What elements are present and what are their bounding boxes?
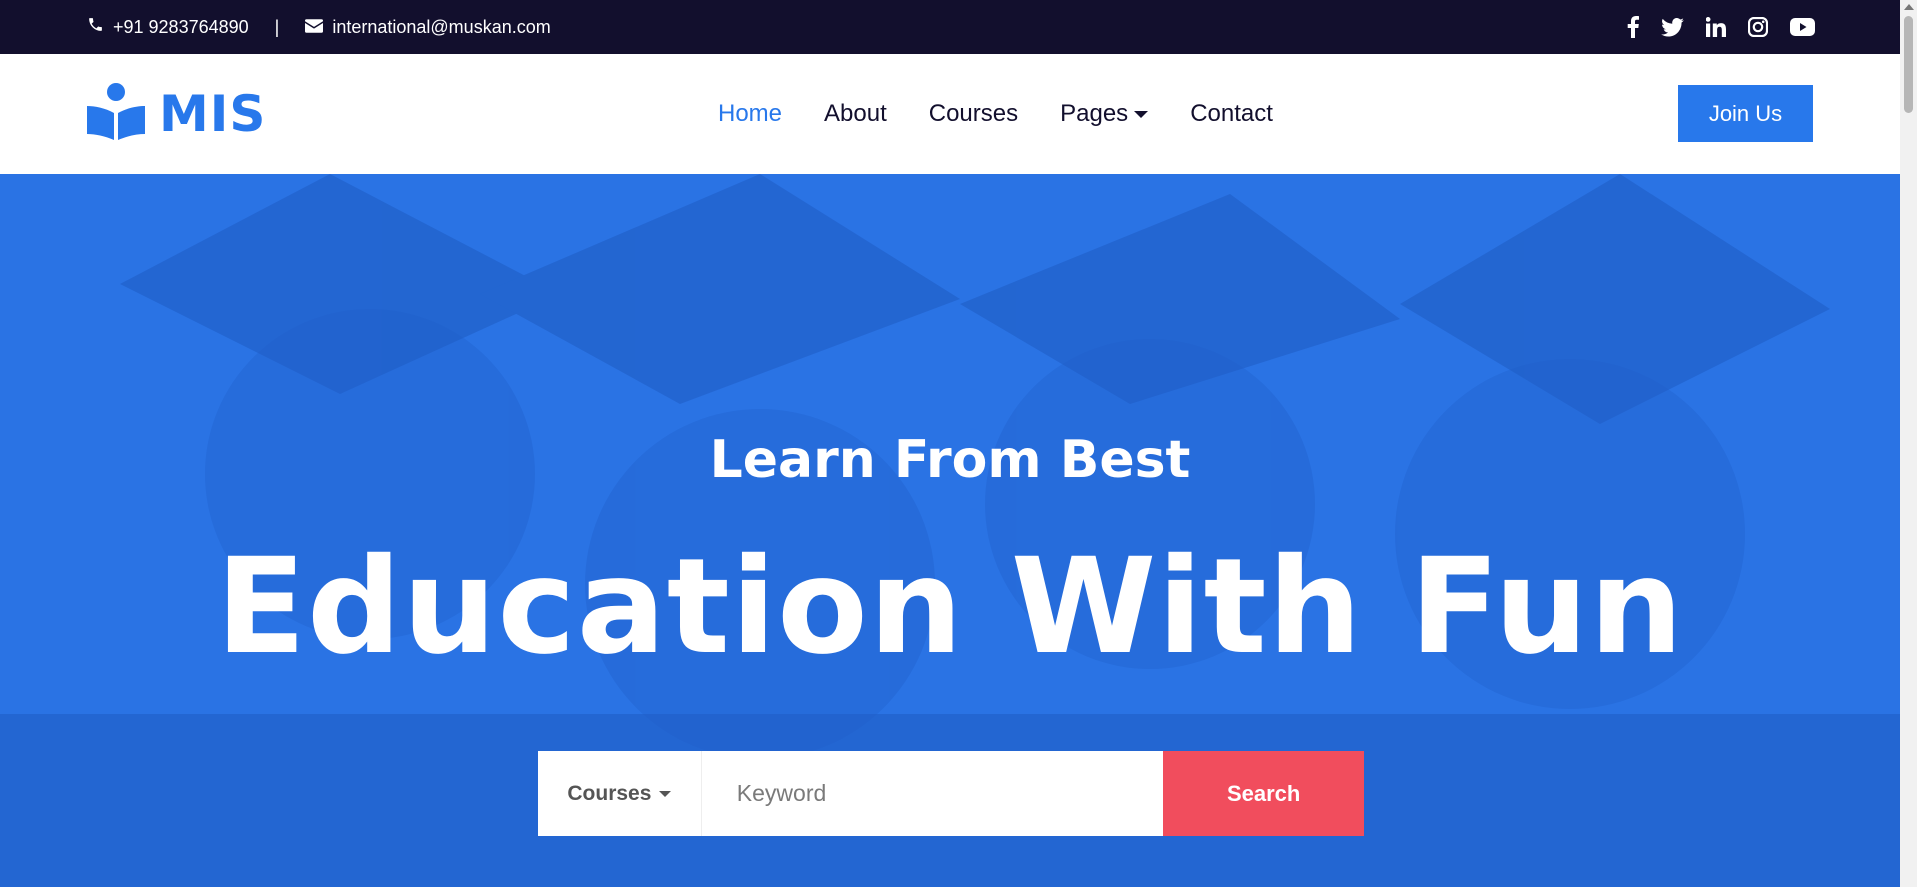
join-us-button[interactable]: Join Us xyxy=(1678,85,1813,142)
phone-contact[interactable]: +91 9283764890 xyxy=(87,16,249,38)
top-bar: +91 9283764890 | international@muskan.co… xyxy=(0,0,1900,54)
facebook-icon[interactable] xyxy=(1627,16,1639,38)
category-dropdown[interactable]: Courses xyxy=(538,751,702,836)
caret-down-icon xyxy=(1134,110,1149,118)
search-button[interactable]: Search xyxy=(1163,751,1364,836)
email-address: international@muskan.com xyxy=(332,16,551,37)
social-links xyxy=(1627,0,1815,54)
brand-name: MIS xyxy=(159,84,267,143)
course-search-bar: Courses Search xyxy=(538,751,1364,836)
brand-logo[interactable]: MIS xyxy=(87,82,266,145)
email-contact[interactable]: international@muskan.com xyxy=(305,16,551,38)
contact-info: +91 9283764890 | international@muskan.co… xyxy=(87,0,551,54)
separator: | xyxy=(274,16,280,37)
nav-menu: Home About Courses Pages Contact xyxy=(718,54,1273,174)
instagram-icon[interactable] xyxy=(1748,17,1768,37)
phone-icon xyxy=(87,16,104,38)
nav-item-pages-label: Pages xyxy=(1060,100,1129,127)
caret-down-icon xyxy=(659,790,672,797)
hero-section: Learn From Best Education With Fun Cours… xyxy=(0,174,1900,887)
category-dropdown-label: Courses xyxy=(567,781,652,805)
envelope-icon xyxy=(305,17,324,38)
scrollbar-thumb[interactable] xyxy=(1904,16,1913,113)
keyword-input[interactable] xyxy=(701,751,1164,836)
youtube-icon[interactable] xyxy=(1790,18,1815,36)
twitter-icon[interactable] xyxy=(1661,17,1684,37)
nav-item-courses[interactable]: Courses xyxy=(929,100,1018,128)
nav-item-about[interactable]: About xyxy=(824,100,887,128)
main-navbar: MIS Home About Courses Pages Contact Joi… xyxy=(0,54,1900,174)
scroll-up-icon[interactable] xyxy=(1904,4,1914,10)
nav-item-pages[interactable]: Pages xyxy=(1060,100,1149,128)
phone-number: +91 9283764890 xyxy=(113,16,249,37)
linkedin-icon[interactable] xyxy=(1706,17,1726,37)
book-reader-icon xyxy=(87,82,145,145)
hero-subtitle: Learn From Best xyxy=(709,430,1191,490)
page-scrollbar[interactable] xyxy=(1900,0,1917,887)
nav-item-home[interactable]: Home xyxy=(718,100,782,128)
hero-title: Education With Fun xyxy=(215,530,1685,684)
nav-item-contact[interactable]: Contact xyxy=(1190,100,1273,128)
